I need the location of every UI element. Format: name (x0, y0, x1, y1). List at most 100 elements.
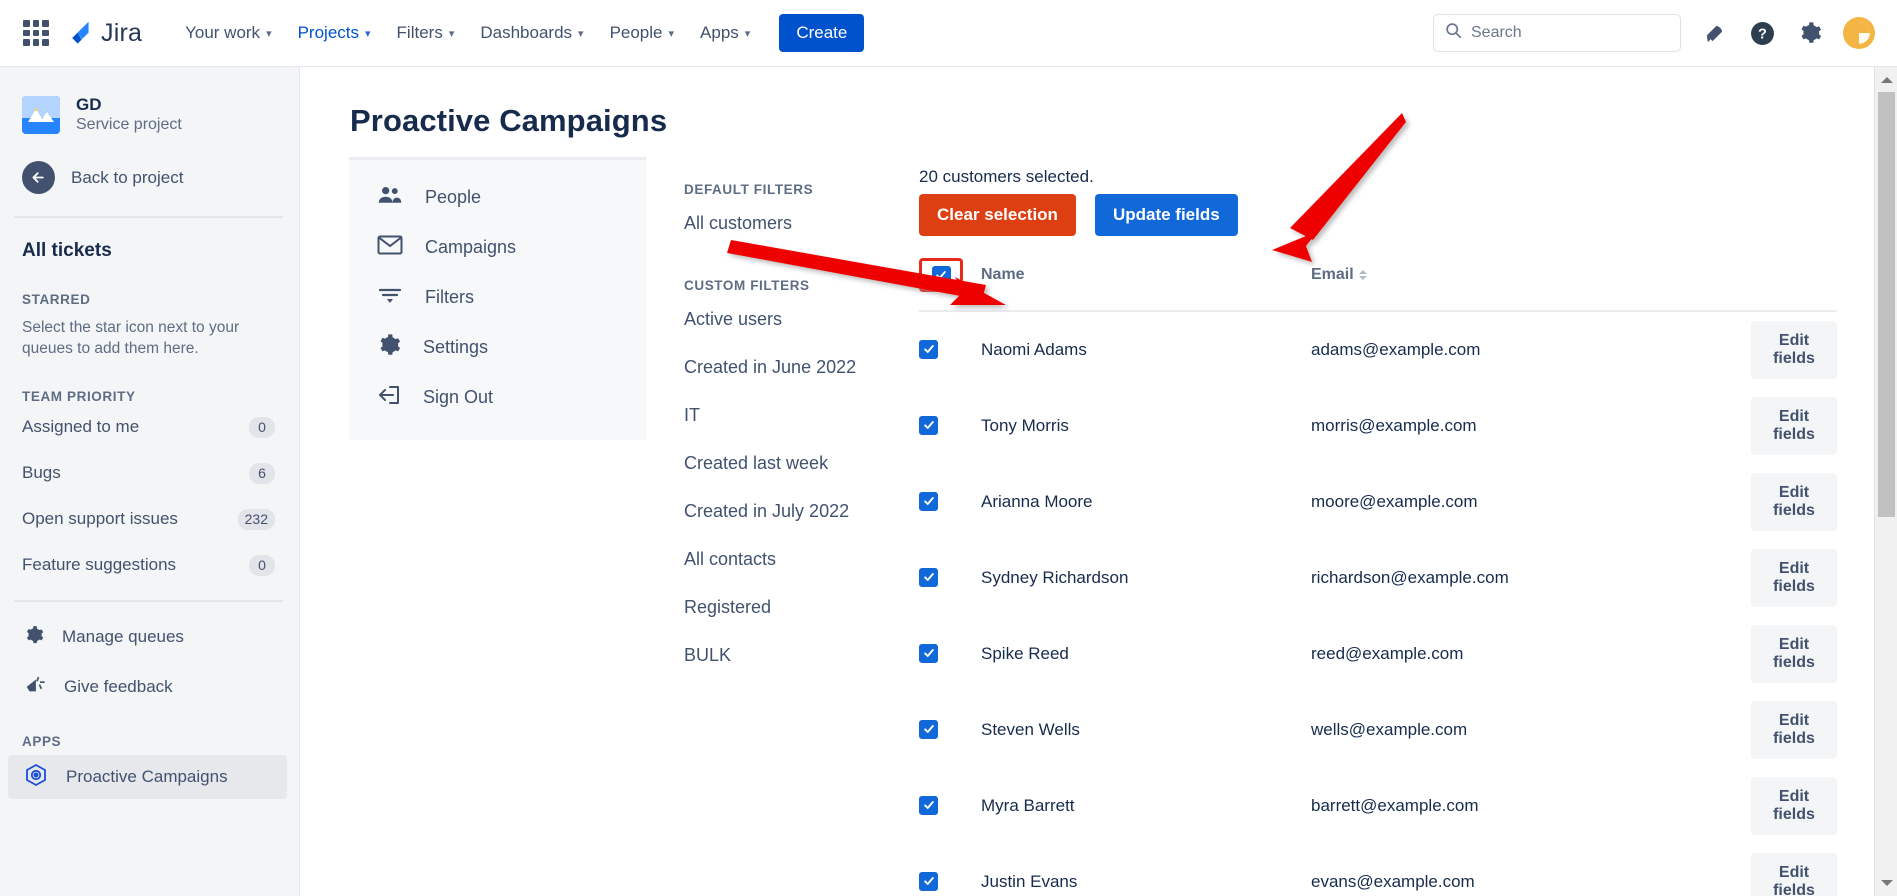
main-content: Proactive Campaigns People Campaigns Fil… (301, 67, 1897, 896)
table-row[interactable]: Myra Barrett barrett@example.com Edit fi… (919, 768, 1837, 844)
filter-item-created-last-week[interactable]: Created last week (684, 453, 894, 474)
project-sidebar: GD Service project Back to project All t… (0, 67, 300, 896)
nav-item-filters[interactable]: Filters ▾ (384, 13, 468, 53)
bulk-actions-toolbar: Clear selection Update fields (919, 194, 1837, 236)
starred-empty-note: Select the star icon next to your queues… (22, 319, 240, 357)
row-email: reed@example.com (1311, 644, 1464, 663)
table-row[interactable]: Naomi Adams adams@example.com Edit field… (919, 311, 1837, 388)
row-checkbox[interactable] (919, 795, 938, 815)
app-nav-label: Sign Out (423, 386, 494, 407)
row-checkbox[interactable] (919, 871, 938, 891)
sidebar-section-apps: APPS (22, 734, 62, 749)
nav-item-your-work[interactable]: Your work ▾ (172, 13, 285, 53)
edit-fields-button[interactable]: Edit fields (1751, 701, 1837, 759)
table-row[interactable]: Tony Morris morris@example.com Edit fiel… (919, 388, 1837, 464)
row-email: wells@example.com (1311, 720, 1468, 739)
filter-item-active-users[interactable]: Active users (684, 309, 894, 330)
vertical-scrollbar[interactable] (1874, 67, 1897, 896)
update-fields-button[interactable]: Update fields (1094, 194, 1238, 236)
column-header-name[interactable]: Name (981, 258, 1311, 312)
custom-filters-header: CUSTOM FILTERS (684, 278, 810, 293)
scroll-up-arrow-icon[interactable] (1875, 69, 1897, 91)
nav-label: Your work (185, 23, 261, 42)
sidebar-item-proactive-campaigns[interactable]: Proactive Campaigns (8, 755, 287, 799)
row-checkbox[interactable] (919, 415, 938, 435)
customers-table: Name Email Naomi Adams adams@example.com… (919, 258, 1837, 896)
top-nav-right-group: ? (1433, 14, 1897, 52)
row-checkbox-cell (919, 768, 981, 844)
row-checkbox[interactable] (919, 567, 938, 587)
select-all-checkbox[interactable] (931, 265, 951, 285)
people-icon (377, 184, 403, 211)
row-checkbox-cell (919, 692, 981, 768)
filter-item-all-contacts[interactable]: All contacts (684, 549, 894, 570)
sidebar-item-bugs[interactable]: Bugs 6 (0, 450, 299, 496)
app-nav-item-filters[interactable]: Filters (349, 272, 646, 322)
sidebar-item-assigned-to-me[interactable]: Assigned to me 0 (0, 404, 299, 450)
edit-fields-button[interactable]: Edit fields (1751, 777, 1837, 835)
notifications-icon[interactable] (1699, 18, 1729, 48)
app-nav-item-campaigns[interactable]: Campaigns (349, 222, 646, 272)
filter-item-created-june-2022[interactable]: Created in June 2022 (684, 357, 894, 378)
edit-fields-button[interactable]: Edit fields (1751, 853, 1837, 896)
column-header-email[interactable]: Email (1311, 258, 1751, 312)
row-email: richardson@example.com (1311, 568, 1509, 587)
row-checkbox-cell (919, 616, 981, 692)
row-name: Sydney Richardson (981, 568, 1129, 587)
table-row[interactable]: Sydney Richardson richardson@example.com… (919, 540, 1837, 616)
queue-count-badge: 0 (249, 416, 275, 438)
table-row[interactable]: Steven Wells wells@example.com Edit fiel… (919, 692, 1837, 768)
filter-item-registered[interactable]: Registered (684, 597, 894, 618)
sidebar-section-team-priority: TEAM PRIORITY (22, 389, 136, 404)
settings-icon[interactable] (1795, 18, 1825, 48)
filter-item-all-customers[interactable]: All customers (684, 213, 894, 234)
help-icon[interactable]: ? (1747, 18, 1777, 48)
jira-logo[interactable]: Jira (65, 19, 142, 48)
edit-fields-button[interactable]: Edit fields (1751, 397, 1837, 455)
row-checkbox-cell (919, 844, 981, 896)
row-checkbox[interactable] (919, 491, 938, 511)
app-nav-item-people[interactable]: People (349, 172, 646, 222)
edit-fields-button[interactable]: Edit fields (1751, 473, 1837, 531)
edit-fields-button[interactable]: Edit fields (1751, 625, 1837, 683)
sidebar-item-all-tickets[interactable]: All tickets (0, 218, 299, 262)
sort-indicator-icon[interactable] (1358, 269, 1367, 280)
nav-item-projects[interactable]: Projects ▾ (285, 13, 384, 53)
search-input[interactable] (1471, 24, 1669, 42)
chevron-down-icon: ▾ (448, 27, 455, 40)
sidebar-item-give-feedback[interactable]: Give feedback (0, 662, 299, 712)
chevron-down-icon: ▾ (668, 27, 675, 40)
filter-item-bulk[interactable]: BULK (684, 645, 894, 666)
row-actions-cell: Edit fields (1751, 311, 1837, 388)
sidebar-item-feature-suggestions[interactable]: Feature suggestions 0 (0, 542, 299, 588)
table-row[interactable]: Arianna Moore moore@example.com Edit fie… (919, 464, 1837, 540)
jira-mark-icon (65, 19, 94, 48)
row-checkbox[interactable] (919, 643, 938, 663)
back-to-project-link[interactable]: Back to project (0, 135, 299, 194)
grid-apps-icon[interactable] (23, 20, 49, 46)
search-box[interactable] (1433, 14, 1681, 52)
filter-item-it[interactable]: IT (684, 405, 894, 426)
project-header[interactable]: GD Service project (0, 67, 299, 135)
nav-item-people[interactable]: People ▾ (597, 13, 687, 53)
app-nav-item-sign-out[interactable]: Sign Out (349, 372, 646, 422)
row-checkbox[interactable] (919, 719, 938, 739)
row-checkbox[interactable] (919, 339, 938, 359)
scroll-down-arrow-icon[interactable] (1875, 872, 1897, 894)
table-row[interactable]: Justin Evans evans@example.com Edit fiel… (919, 844, 1837, 896)
filter-item-created-july-2022[interactable]: Created in July 2022 (684, 501, 894, 522)
avatar[interactable] (1843, 17, 1875, 49)
scrollbar-thumb[interactable] (1878, 92, 1895, 517)
edit-fields-button[interactable]: Edit fields (1751, 549, 1837, 607)
row-name: Spike Reed (981, 644, 1069, 663)
sidebar-tool-label: Give feedback (64, 677, 173, 696)
sidebar-item-open-support-issues[interactable]: Open support issues 232 (0, 496, 299, 542)
app-nav-item-settings[interactable]: Settings (349, 322, 646, 372)
table-row[interactable]: Spike Reed reed@example.com Edit fields (919, 616, 1837, 692)
nav-item-dashboards[interactable]: Dashboards ▾ (467, 13, 596, 53)
nav-item-apps[interactable]: Apps ▾ (687, 13, 763, 53)
sidebar-item-manage-queues[interactable]: Manage queues (0, 612, 299, 662)
create-button[interactable]: Create (779, 14, 865, 52)
edit-fields-button[interactable]: Edit fields (1751, 321, 1837, 379)
clear-selection-button[interactable]: Clear selection (919, 194, 1076, 236)
